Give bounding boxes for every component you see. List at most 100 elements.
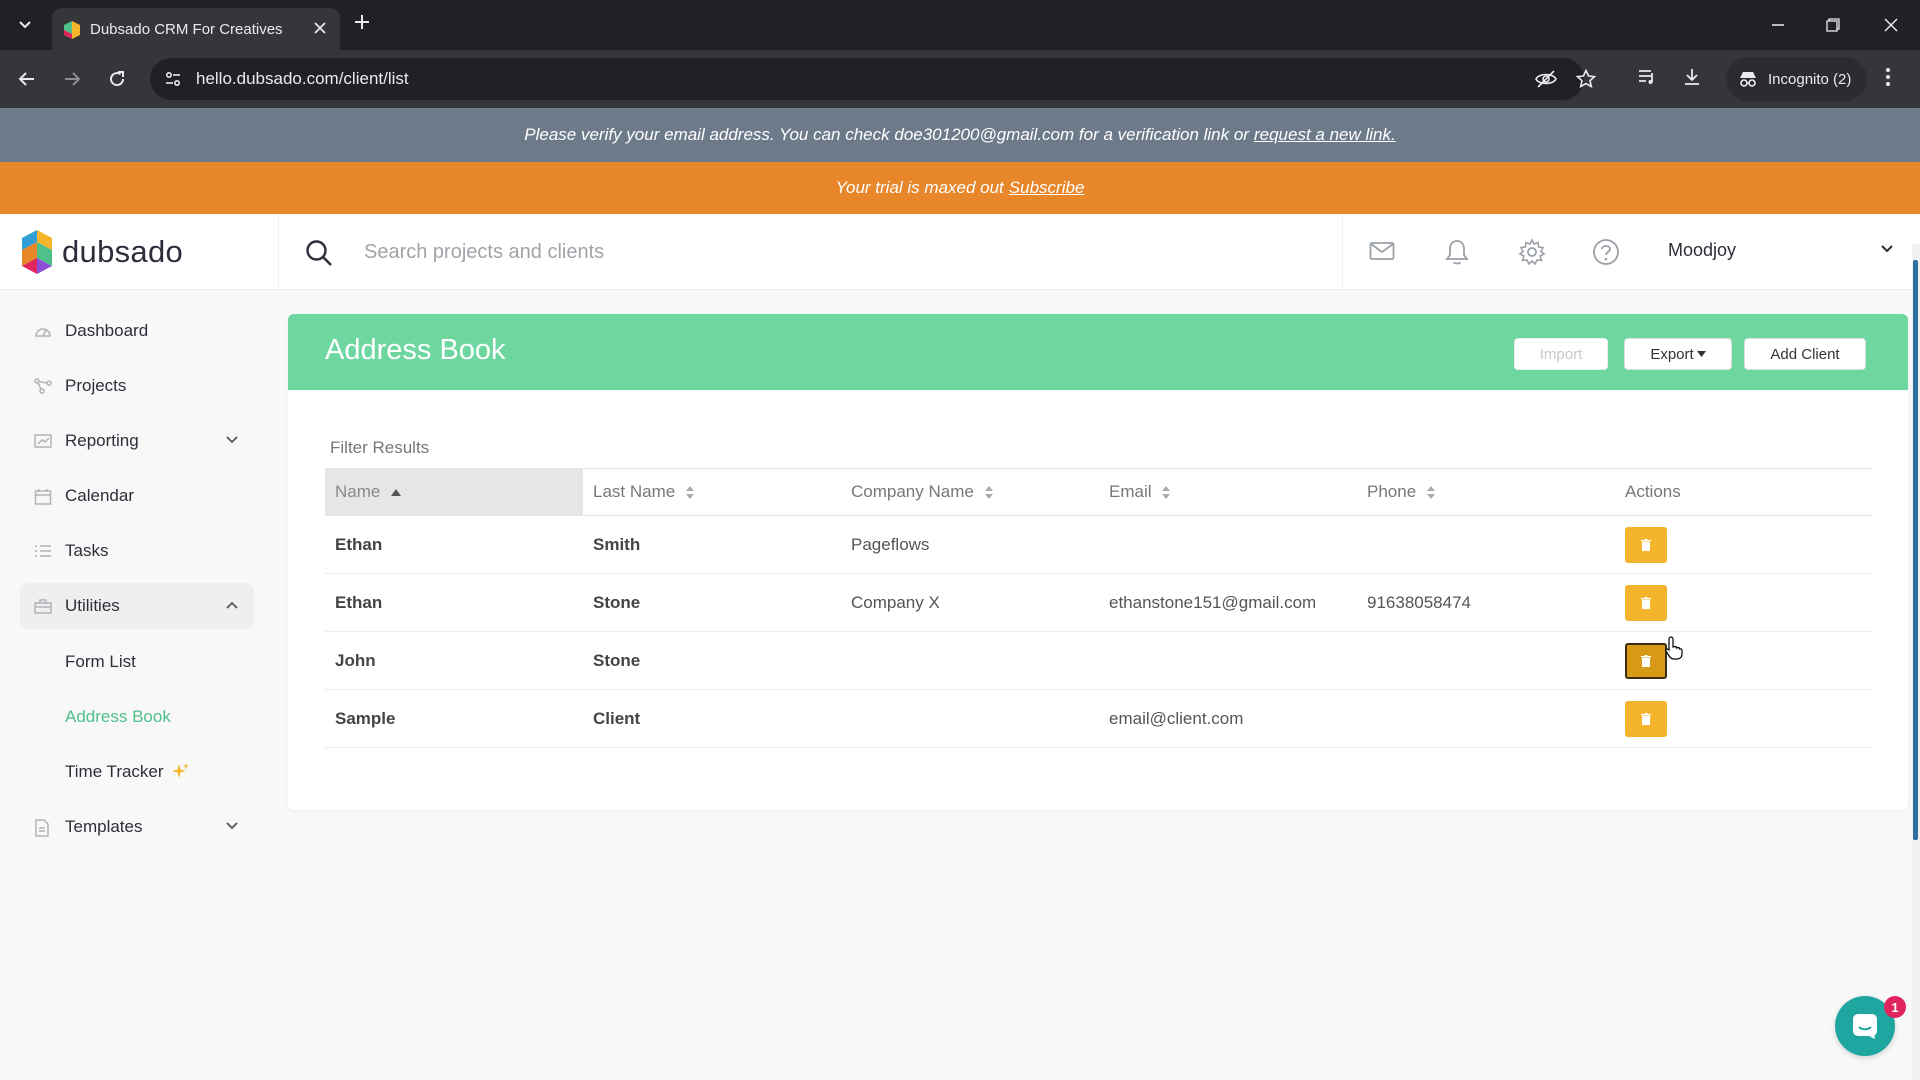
cell-email: [1099, 631, 1357, 690]
search-input[interactable]: [350, 234, 1320, 270]
gear-icon[interactable]: [1518, 238, 1546, 266]
sidebar-subitem-address-book[interactable]: Address Book: [65, 707, 171, 727]
cell-phone: [1357, 631, 1615, 690]
sidebar-item-label: Dashboard: [65, 321, 149, 340]
cell-company: Pageflows: [841, 515, 1099, 574]
logo-text: dubsado: [62, 234, 184, 269]
browser-tab[interactable]: Dubsado CRM For Creatives: [52, 8, 340, 50]
import-button[interactable]: Import: [1514, 338, 1608, 370]
hand-cursor-icon: [1664, 636, 1684, 660]
dubsado-favicon-icon: [64, 21, 80, 39]
delete-client-button[interactable]: [1625, 584, 1667, 621]
bell-icon[interactable]: [1444, 238, 1470, 266]
export-button[interactable]: Export: [1624, 338, 1732, 370]
clients-table: Name Last Name Company Name Email Phone: [325, 468, 1872, 748]
table-row[interactable]: Ethan Smith Pageflows: [325, 515, 1872, 574]
cell-company: [841, 689, 1099, 748]
filter-results-label[interactable]: Filter Results: [330, 438, 429, 458]
site-settings-icon[interactable]: [164, 70, 182, 88]
column-label: Company Name: [851, 482, 974, 501]
app-header: dubsado Moodjoy: [0, 214, 1920, 290]
new-tab-icon[interactable]: [353, 13, 371, 31]
sidebar-item-calendar[interactable]: Calendar: [20, 473, 254, 519]
scrollbar-thumb[interactable]: [1913, 260, 1918, 840]
sort-icon: [1162, 486, 1171, 500]
download-icon[interactable]: [1682, 67, 1702, 87]
cell-name[interactable]: Ethan: [325, 573, 583, 632]
trial-banner: Your trial is maxed out Subscribe: [0, 162, 1920, 214]
search-icon[interactable]: [305, 239, 333, 267]
sidebar-subitem-time-tracker[interactable]: Time Tracker: [65, 762, 190, 782]
mail-icon[interactable]: [1369, 238, 1395, 264]
column-header-name[interactable]: Name: [325, 468, 583, 516]
request-new-link[interactable]: request a new link.: [1254, 125, 1396, 145]
cell-last-name[interactable]: Stone: [583, 631, 841, 690]
cell-name[interactable]: John: [325, 631, 583, 690]
cell-company: Company X: [841, 573, 1099, 632]
caret-down-icon: [1696, 351, 1706, 357]
subscribe-link[interactable]: Subscribe: [1009, 178, 1085, 198]
tab-search-button[interactable]: [10, 12, 40, 38]
sidebar-item-templates[interactable]: Templates: [20, 804, 254, 850]
chevron-down-icon: [225, 435, 239, 445]
cell-last-name[interactable]: Client: [583, 689, 841, 748]
table-row[interactable]: John Stone: [325, 631, 1872, 690]
cell-last-name[interactable]: Smith: [583, 515, 841, 574]
table-row[interactable]: Ethan Stone Company X ethanstone151@gmai…: [325, 573, 1872, 632]
sidebar-item-projects[interactable]: Projects: [20, 363, 254, 409]
table-row[interactable]: Sample Client email@client.com: [325, 689, 1872, 748]
utilities-icon: [34, 598, 52, 614]
header-divider: [278, 214, 279, 290]
sparkle-icon: [172, 762, 190, 780]
forward-icon[interactable]: [59, 66, 85, 92]
sidebar-item-dashboard[interactable]: Dashboard: [20, 308, 254, 354]
tab-close-icon[interactable]: [312, 20, 328, 36]
back-icon[interactable]: [14, 66, 40, 92]
add-client-button[interactable]: Add Client: [1744, 338, 1866, 370]
sort-icon: [1426, 486, 1435, 500]
chat-unread-badge: 1: [1884, 996, 1906, 1018]
browser-menu-icon[interactable]: [1885, 67, 1891, 87]
url-text[interactable]: hello.dubsado.com/client/list: [196, 69, 409, 89]
delete-client-button[interactable]: [1625, 700, 1667, 737]
incognito-indicator[interactable]: Incognito (2): [1726, 57, 1868, 101]
trash-icon: [1641, 596, 1651, 609]
sidebar-item-utilities[interactable]: Utilities: [20, 583, 254, 629]
minimize-icon[interactable]: [1763, 12, 1793, 38]
column-header-company-name[interactable]: Company Name: [841, 468, 1099, 516]
column-label: Actions: [1625, 482, 1681, 501]
sidebar-item-reporting[interactable]: Reporting: [20, 418, 254, 464]
dubsado-logo[interactable]: dubsado: [22, 230, 183, 274]
export-label: Export: [1650, 345, 1694, 363]
bookmark-star-icon[interactable]: [1576, 69, 1596, 89]
column-header-phone[interactable]: Phone: [1357, 468, 1615, 516]
help-icon[interactable]: [1592, 238, 1620, 266]
delete-client-button[interactable]: [1625, 526, 1667, 563]
reload-icon[interactable]: [104, 66, 130, 92]
restore-icon[interactable]: [1818, 12, 1848, 38]
dubsado-logo-icon: [22, 230, 52, 274]
address-bar[interactable]: hello.dubsado.com/client/list: [150, 58, 1596, 100]
chevron-down-icon: [225, 821, 239, 831]
media-queue-icon[interactable]: [1637, 67, 1657, 87]
column-header-last-name[interactable]: Last Name: [583, 468, 841, 516]
column-label: Email: [1109, 482, 1152, 501]
delete-client-button[interactable]: [1625, 642, 1667, 679]
header-divider-right: [1342, 214, 1343, 290]
cell-actions: [1615, 689, 1872, 748]
sidebar-item-tasks[interactable]: Tasks: [20, 528, 254, 574]
column-header-email[interactable]: Email: [1099, 468, 1357, 516]
cell-last-name[interactable]: Stone: [583, 573, 841, 632]
eye-off-icon[interactable]: [1535, 69, 1557, 89]
chevron-down-icon[interactable]: [1880, 244, 1894, 254]
verify-email-banner: Please verify your email address. You ca…: [0, 108, 1920, 162]
incognito-label: Incognito (2): [1768, 70, 1852, 88]
sort-icon: [685, 486, 694, 500]
sidebar-subitem-form-list[interactable]: Form List: [65, 652, 136, 672]
cell-name[interactable]: Ethan: [325, 515, 583, 574]
cell-name[interactable]: Sample: [325, 689, 583, 748]
chevron-down-icon: [19, 21, 31, 29]
user-menu[interactable]: Moodjoy: [1668, 240, 1736, 261]
close-window-icon[interactable]: [1876, 12, 1906, 38]
cell-phone: [1357, 689, 1615, 748]
